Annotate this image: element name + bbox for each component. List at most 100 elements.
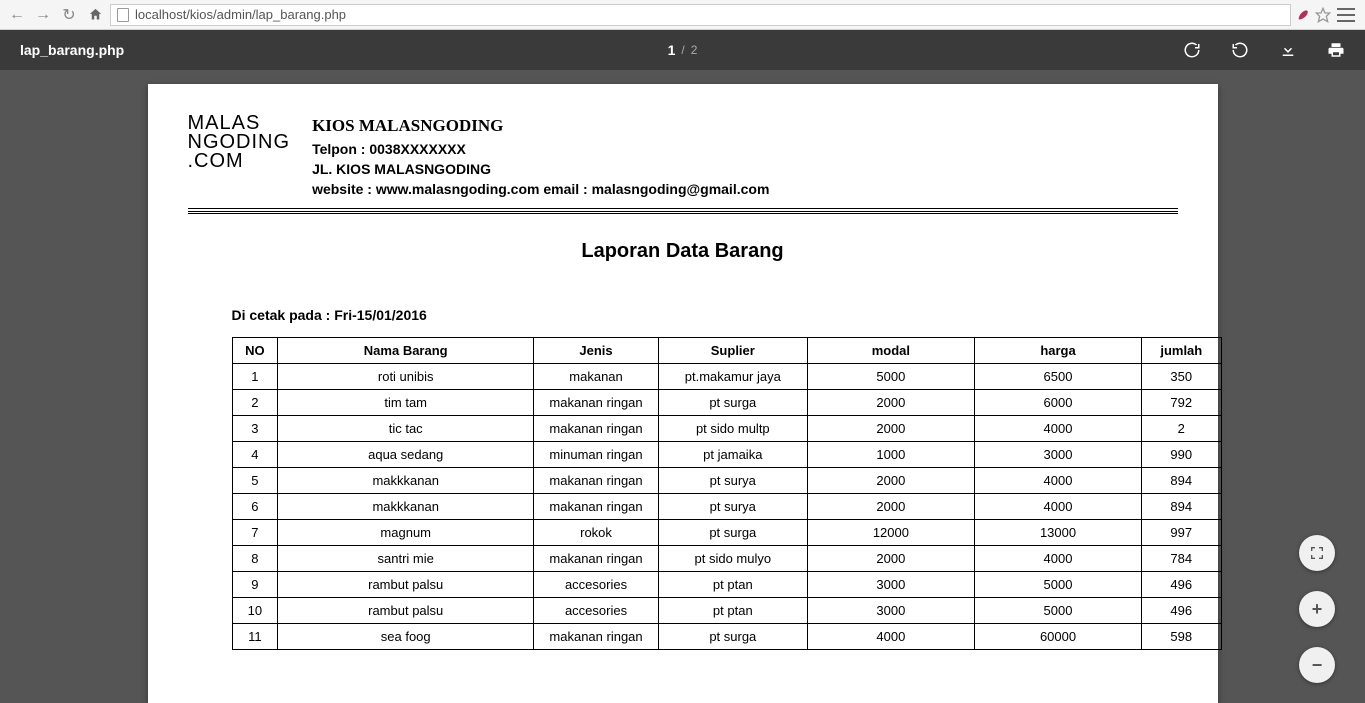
table-row: 9rambut palsuaccesoriespt ptan3000500049… [232, 571, 1221, 597]
table-cell: tim tam [278, 389, 534, 415]
table-cell: pt surga [658, 519, 807, 545]
browser-toolbar: ← → ↻ localhost/kios/admin/lap_barang.ph… [0, 0, 1365, 30]
table-cell: makanan ringan [534, 389, 659, 415]
table-cell: makanan ringan [534, 493, 659, 519]
pdf-viewer-area[interactable]: MALAS NGODING .COM KIOS MALASNGODING Tel… [0, 70, 1365, 703]
table-cell: pt surya [658, 493, 807, 519]
table-row: 3tic tacmakanan ringanpt sido multp20004… [232, 415, 1221, 441]
table-cell: pt jamaika [658, 441, 807, 467]
logo-line-3: .COM [188, 152, 291, 171]
table-row: 4aqua sedangminuman ringanpt jamaika1000… [232, 441, 1221, 467]
table-cell: 5000 [807, 363, 974, 389]
table-cell: makkkanan [278, 493, 534, 519]
table-cell: 2000 [807, 389, 974, 415]
print-icon[interactable] [1327, 41, 1345, 59]
header-text: KIOS MALASNGODING Telpon : 0038XXXXXXX J… [312, 114, 769, 200]
report-title: Laporan Data Barang [188, 240, 1178, 263]
table-row: 7magnumrokokpt surga1200013000997 [232, 519, 1221, 545]
table-cell: rambut palsu [278, 571, 534, 597]
table-cell: 10 [232, 597, 278, 623]
printed-on-label: Di cetak pada : Fri-15/01/2016 [232, 307, 1178, 323]
table-cell: 7 [232, 519, 278, 545]
table-cell: makanan ringan [534, 545, 659, 571]
table-row: 11sea foogmakanan ringanpt surga40006000… [232, 623, 1221, 649]
company-phone: Telpon : 0038XXXXXXX [312, 139, 769, 159]
rotate-cw-icon[interactable] [1183, 41, 1201, 59]
download-icon[interactable] [1279, 41, 1297, 59]
address-bar[interactable]: localhost/kios/admin/lap_barang.php [110, 4, 1291, 26]
col-modal: modal [807, 337, 974, 363]
bookmark-star-icon[interactable] [1315, 7, 1331, 23]
table-cell: aqua sedang [278, 441, 534, 467]
table-cell: makanan [534, 363, 659, 389]
table-cell: 8 [232, 545, 278, 571]
table-cell: 5000 [974, 597, 1141, 623]
document-header: MALAS NGODING .COM KIOS MALASNGODING Tel… [188, 114, 1178, 200]
col-jumlah: jumlah [1142, 337, 1221, 363]
table-cell: magnum [278, 519, 534, 545]
table-cell: 4000 [974, 467, 1141, 493]
forward-button[interactable]: → [32, 4, 54, 26]
table-cell: rokok [534, 519, 659, 545]
table-cell: makanan ringan [534, 467, 659, 493]
table-cell: 3000 [974, 441, 1141, 467]
table-cell: makanan ringan [534, 623, 659, 649]
table-cell: 9 [232, 571, 278, 597]
col-harga: harga [974, 337, 1141, 363]
page-separator: / [681, 43, 684, 57]
table-cell: 3000 [807, 597, 974, 623]
document-page: MALAS NGODING .COM KIOS MALASNGODING Tel… [148, 84, 1218, 703]
table-cell: makanan ringan [534, 415, 659, 441]
table-cell: 4 [232, 441, 278, 467]
table-cell: 1 [232, 363, 278, 389]
table-cell: 6 [232, 493, 278, 519]
table-cell: 6000 [974, 389, 1141, 415]
table-header-row: NO Nama Barang Jenis Suplier modal harga… [232, 337, 1221, 363]
table-cell: 4000 [807, 623, 974, 649]
col-nama: Nama Barang [278, 337, 534, 363]
table-cell: 5000 [974, 571, 1141, 597]
table-row: 10rambut palsuaccesoriespt ptan300050004… [232, 597, 1221, 623]
table-cell: pt surga [658, 623, 807, 649]
hamburger-menu-icon[interactable] [1337, 8, 1355, 22]
zoom-in-button[interactable]: + [1299, 591, 1335, 627]
table-cell: 997 [1142, 519, 1221, 545]
feather-icon [1295, 8, 1309, 22]
table-cell: 3 [232, 415, 278, 441]
company-contact: website : www.malasngoding.com email : m… [312, 179, 769, 199]
table-cell: santri mie [278, 545, 534, 571]
back-button[interactable]: ← [6, 4, 28, 26]
reload-button[interactable]: ↻ [58, 4, 80, 26]
table-row: 1roti unibismakananpt.makamur jaya500065… [232, 363, 1221, 389]
table-cell: 598 [1142, 623, 1221, 649]
table-row: 6makkkananmakanan ringanpt surya20004000… [232, 493, 1221, 519]
rotate-ccw-icon[interactable] [1231, 41, 1249, 59]
table-cell: accesories [534, 597, 659, 623]
pdf-toolbar: lap_barang.php 1 / 2 [0, 30, 1365, 70]
table-cell: makkkanan [278, 467, 534, 493]
col-no: NO [232, 337, 278, 363]
table-cell: 4000 [974, 545, 1141, 571]
table-cell: 2000 [807, 493, 974, 519]
table-cell: 894 [1142, 467, 1221, 493]
table-cell: 4000 [974, 493, 1141, 519]
total-pages: 2 [691, 43, 698, 57]
table-cell: pt ptan [658, 597, 807, 623]
table-cell: 11 [232, 623, 278, 649]
pdf-filename: lap_barang.php [20, 42, 124, 58]
col-suplier: Suplier [658, 337, 807, 363]
company-name: KIOS MALASNGODING [312, 114, 769, 139]
table-cell: 60000 [974, 623, 1141, 649]
page-icon [117, 8, 129, 22]
table-cell: roti unibis [278, 363, 534, 389]
table-cell: pt.makamur jaya [658, 363, 807, 389]
page-indicator: 1 / 2 [668, 42, 698, 58]
col-jenis: Jenis [534, 337, 659, 363]
zoom-out-button[interactable]: − [1299, 647, 1335, 683]
table-cell: pt sido mulyo [658, 545, 807, 571]
table-cell: 496 [1142, 597, 1221, 623]
table-cell: 2000 [807, 545, 974, 571]
fit-page-button[interactable] [1299, 535, 1335, 571]
table-cell: 13000 [974, 519, 1141, 545]
home-button[interactable] [84, 4, 106, 26]
